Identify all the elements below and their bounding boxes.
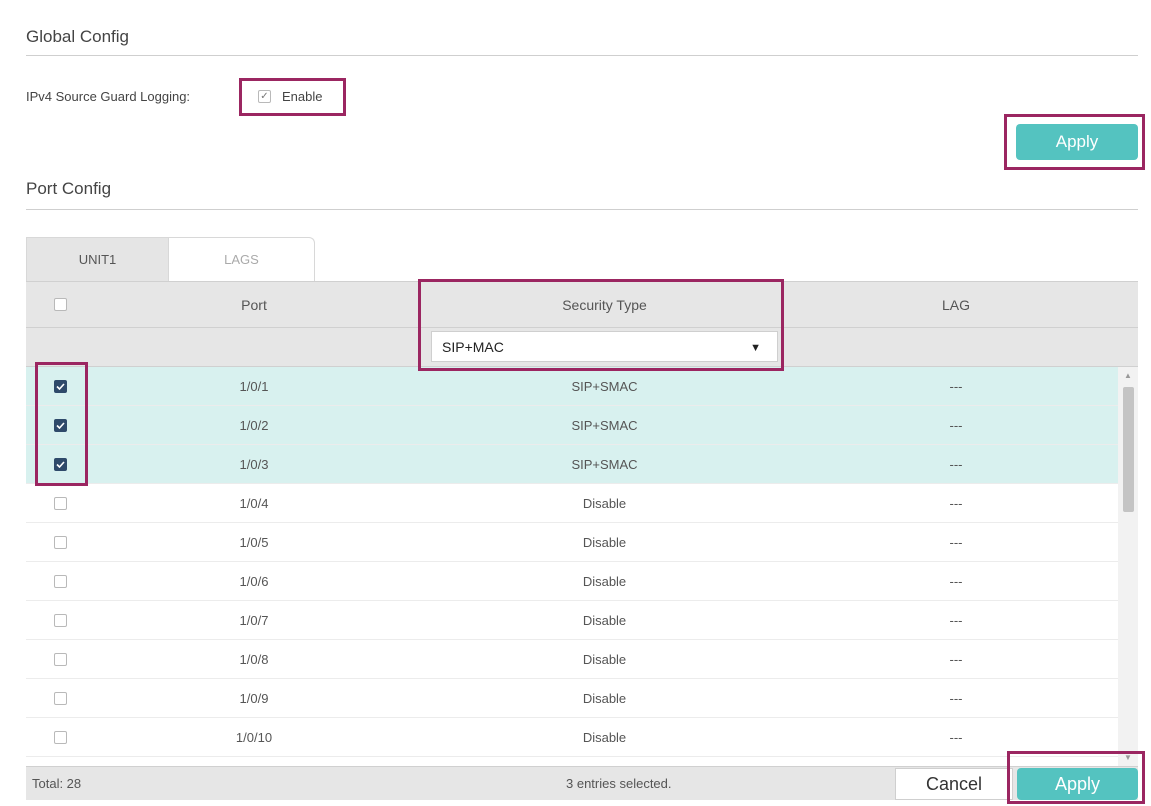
row-lag: --- xyxy=(949,613,963,628)
highlight-port-apply xyxy=(1007,751,1145,804)
total-count: Total: 28 xyxy=(32,776,82,791)
row-port: 1/0/3 xyxy=(239,457,269,472)
table-row[interactable]: 1/0/3 SIP+SMAC --- xyxy=(26,445,1118,484)
row-lag: --- xyxy=(949,574,963,589)
row-checkbox[interactable] xyxy=(54,497,67,510)
row-lag: --- xyxy=(949,457,963,472)
table-row[interactable]: 1/0/4 Disable --- xyxy=(26,484,1118,523)
row-checkbox[interactable] xyxy=(54,614,67,627)
table-row[interactable]: 1/0/9 Disable --- xyxy=(26,679,1118,718)
row-port: 1/0/7 xyxy=(239,613,269,628)
row-port: 1/0/8 xyxy=(239,652,269,667)
global-config-title: Global Config xyxy=(26,27,130,46)
column-header-port: Port xyxy=(241,297,267,313)
row-lag: --- xyxy=(949,418,963,433)
row-checkbox[interactable] xyxy=(54,536,67,549)
row-port: 1/0/9 xyxy=(239,691,269,706)
selected-count: 3 entries selected. xyxy=(566,776,672,791)
row-port: 1/0/2 xyxy=(239,418,269,433)
row-security-type: Disable xyxy=(582,535,627,550)
row-port: 1/0/10 xyxy=(235,730,273,745)
table-row[interactable]: 1/0/8 Disable --- xyxy=(26,640,1118,679)
global-config-divider xyxy=(26,55,1138,56)
row-security-type: Disable xyxy=(582,730,627,745)
row-checkbox[interactable] xyxy=(54,692,67,705)
table-body: 1/0/1 SIP+SMAC --- 1/0/2 SIP+SMAC --- 1/… xyxy=(26,367,1138,766)
row-lag: --- xyxy=(949,691,963,706)
cancel-button[interactable]: Cancel xyxy=(895,768,1013,800)
row-lag: --- xyxy=(949,379,963,394)
table-row[interactable]: 1/0/7 Disable --- xyxy=(26,601,1118,640)
row-lag: --- xyxy=(949,496,963,511)
tab-lags[interactable]: LAGS xyxy=(169,237,315,281)
table-row[interactable]: 1/0/2 SIP+SMAC --- xyxy=(26,406,1118,445)
table-row[interactable]: 1/0/10 Disable --- xyxy=(26,718,1118,757)
port-config-title: Port Config xyxy=(26,179,112,198)
row-checkbox[interactable] xyxy=(54,731,67,744)
column-header-lag: LAG xyxy=(941,297,970,313)
tab-unit1[interactable]: UNIT1 xyxy=(26,237,169,281)
ipv4-source-guard-logging-label: IPv4 Source Guard Logging: xyxy=(26,89,191,104)
row-port: 1/0/4 xyxy=(239,496,269,511)
table-row[interactable]: 1/0/1 SIP+SMAC --- xyxy=(26,367,1118,406)
row-security-type: Disable xyxy=(582,652,627,667)
port-config-divider xyxy=(26,209,1138,210)
row-security-type: SIP+SMAC xyxy=(571,379,638,394)
table-row[interactable]: 1/0/6 Disable --- xyxy=(26,562,1118,601)
row-security-type: Disable xyxy=(582,691,627,706)
row-lag: --- xyxy=(949,652,963,667)
row-checkbox[interactable] xyxy=(54,653,67,666)
scrollbar-thumb[interactable] xyxy=(1123,387,1134,512)
row-checkbox[interactable] xyxy=(54,575,67,588)
highlight-enable xyxy=(239,78,346,116)
highlight-row-checkboxes xyxy=(35,362,88,486)
row-lag: --- xyxy=(949,535,963,550)
row-port: 1/0/5 xyxy=(239,535,269,550)
select-all-checkbox[interactable] xyxy=(54,298,67,311)
row-port: 1/0/1 xyxy=(239,379,269,394)
table-footer: Total: 28 3 entries selected. Cancel App… xyxy=(26,766,1138,800)
row-port: 1/0/6 xyxy=(239,574,269,589)
scroll-up-icon[interactable]: ▲ xyxy=(1124,371,1132,380)
row-security-type: Disable xyxy=(582,613,627,628)
table-row[interactable]: 1/0/5 Disable --- xyxy=(26,523,1118,562)
highlight-security-type xyxy=(418,279,784,371)
row-security-type: SIP+SMAC xyxy=(571,418,638,433)
row-security-type: Disable xyxy=(582,574,627,589)
row-security-type: Disable xyxy=(582,496,627,511)
table-scrollbar[interactable]: ▲ ▼ xyxy=(1118,367,1138,766)
row-security-type: SIP+SMAC xyxy=(571,457,638,472)
highlight-global-apply xyxy=(1004,114,1145,170)
